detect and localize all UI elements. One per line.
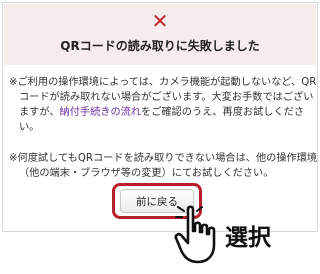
select-label: 選択 bbox=[225, 225, 271, 251]
note-retry: ※何度試してもQRコードを読み取りできない場合は、他の操作環境（他の端末・ブラウ… bbox=[9, 153, 318, 179]
payment-procedure-link[interactable]: 納付手続きの流れ bbox=[60, 107, 142, 118]
note-camera: ※ご利用の操作環境によっては、カメラ機能が起動しないなど、QRコードが読み取れな… bbox=[9, 75, 320, 135]
pointing-hand-icon bbox=[174, 205, 216, 264]
close-icon: ✕ bbox=[151, 9, 169, 33]
error-header: ✕ QRコードの読み取りに失敗しました bbox=[4, 4, 316, 65]
error-title: QRコードの読み取りに失敗しました bbox=[60, 39, 260, 53]
